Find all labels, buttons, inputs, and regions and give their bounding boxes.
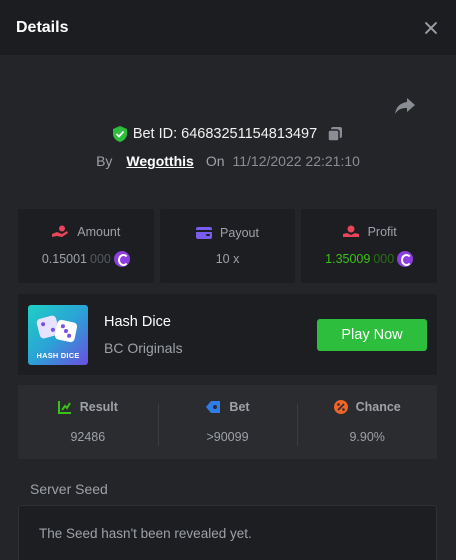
- amount-value: 0.15001: [41, 252, 87, 266]
- game-thumbnail[interactable]: HASH DICE: [28, 304, 88, 365]
- by-label: By: [96, 153, 113, 169]
- details-header: Details: [0, 0, 456, 55]
- coin-icon: [397, 251, 414, 267]
- on-label: On: [205, 153, 225, 169]
- bet-label: Bet: [229, 400, 250, 414]
- bet-id-text: Bet ID: 64683251154813497: [132, 126, 318, 142]
- bet-date: 11/12/2022 22:21:10: [232, 153, 360, 169]
- profit-hand-icon: [342, 225, 359, 237]
- bet-column: Bet >90099: [157, 400, 298, 446]
- share-icon[interactable]: [394, 96, 416, 116]
- server-seed-box: The Seed hasn't been revealed yet.: [18, 505, 437, 560]
- server-seed-title: Server Seed: [30, 481, 108, 497]
- profit-value-trailing: 000: [373, 252, 395, 266]
- play-now-button[interactable]: Play Now: [317, 318, 427, 351]
- profit-card: Profit 1.35009 000: [301, 209, 438, 283]
- wallet-icon: [196, 227, 213, 239]
- game-thumbnail-text: HASH DICE: [36, 350, 80, 360]
- hand-coin-icon: [52, 225, 69, 237]
- profit-value: 1.35009: [325, 252, 371, 266]
- result-panel: Result 92486 Bet >90099 Chance 9.90%: [18, 385, 437, 459]
- result-value: 92486: [70, 430, 106, 444]
- payout-label: Payout: [220, 226, 259, 240]
- close-icon[interactable]: [422, 19, 440, 37]
- payout-card: Payout 10 x: [159, 209, 296, 283]
- percent-icon: [333, 400, 348, 414]
- profit-label: Profit: [367, 225, 397, 239]
- payout-value: 10 x: [215, 252, 240, 266]
- game-name: Hash Dice: [104, 313, 171, 330]
- bet-stats: Amount 0.15001 000 Payout 10 x Profit 1.…: [18, 209, 438, 283]
- amount-value-trailing: 000: [90, 252, 111, 266]
- bet-meta-row: By Wegotthis On 11/12/2022 22:21:10: [0, 153, 456, 169]
- page-title: Details: [16, 18, 69, 36]
- copy-icon[interactable]: [327, 126, 343, 142]
- chance-label: Chance: [355, 400, 401, 414]
- chart-result-icon: [57, 401, 71, 414]
- game-card: HASH DICE Hash Dice BC Originals Play No…: [18, 294, 437, 375]
- bet-id-row: Bet ID: 64683251154813497: [0, 126, 456, 142]
- chance-value: 9.90%: [349, 430, 385, 444]
- result-column: Result 92486: [18, 400, 158, 444]
- bet-value: >90099: [206, 430, 249, 444]
- game-provider: BC Originals: [104, 339, 183, 356]
- tag-icon: [206, 401, 221, 413]
- username-link[interactable]: Wegotthis: [126, 153, 193, 169]
- amount-card: Amount 0.15001 000: [18, 209, 154, 283]
- amount-label: Amount: [77, 225, 121, 239]
- result-label: Result: [79, 400, 118, 414]
- coin-icon: [113, 251, 130, 267]
- shield-check-icon: [112, 126, 127, 142]
- chance-column: Chance 9.90%: [297, 400, 437, 446]
